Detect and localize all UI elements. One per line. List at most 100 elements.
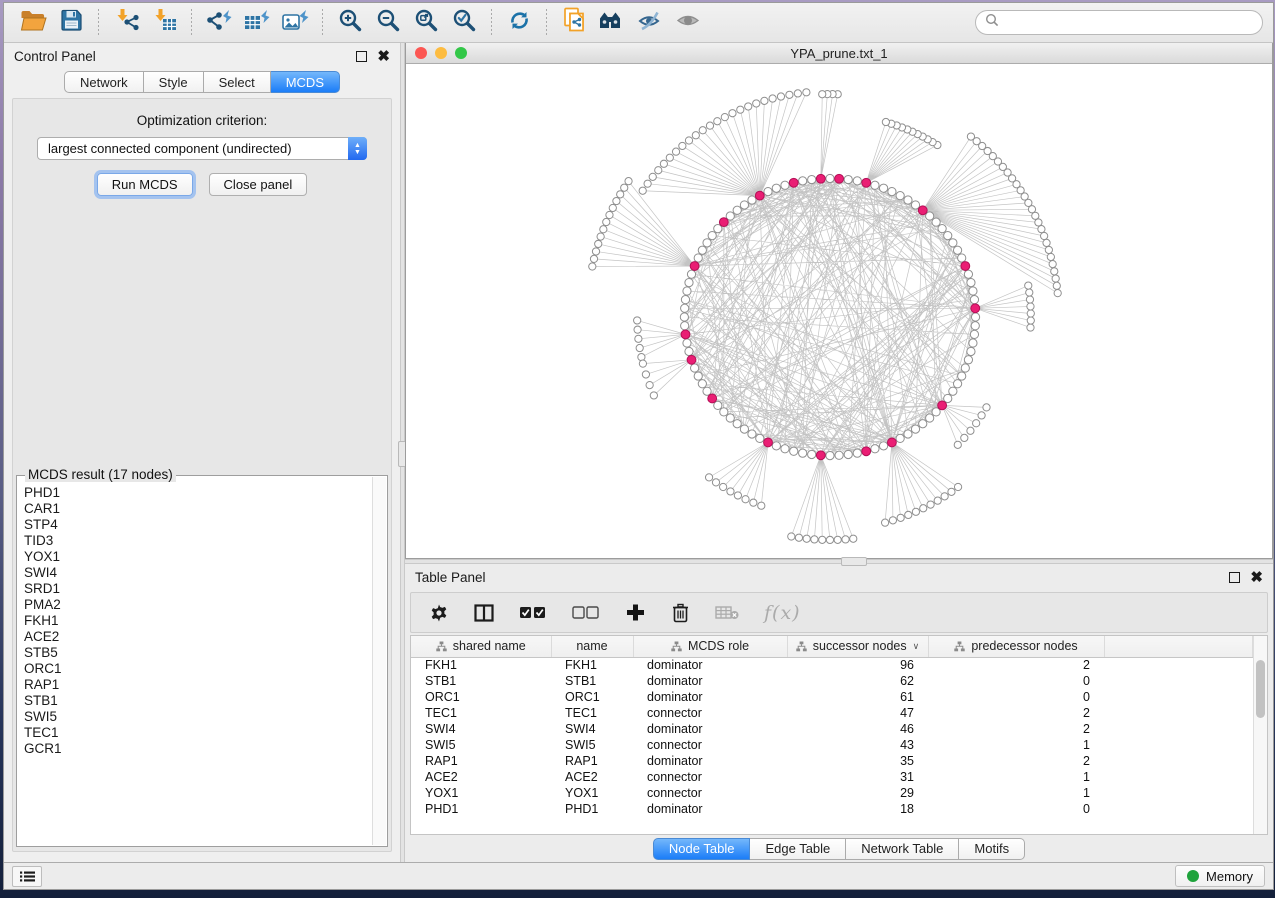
table-cell: 1 bbox=[928, 737, 1104, 753]
table-scrollbar-thumb[interactable] bbox=[1256, 660, 1265, 718]
criterion-select[interactable]: largest connected component (undirected)… bbox=[37, 137, 367, 160]
import-table-button[interactable] bbox=[145, 7, 183, 39]
mcds-result-item[interactable]: PMA2 bbox=[24, 597, 372, 613]
mcds-result-item[interactable]: CAR1 bbox=[24, 501, 372, 517]
task-history-button[interactable] bbox=[12, 866, 42, 887]
table-row[interactable]: SWI5SWI5connector431 bbox=[411, 737, 1253, 753]
delete-table-button[interactable] bbox=[715, 605, 739, 620]
search-input[interactable] bbox=[1005, 15, 1253, 30]
mcds-result-item[interactable]: SWI5 bbox=[24, 709, 372, 725]
table-cell: ORC1 bbox=[551, 689, 633, 705]
show-all-button[interactable] bbox=[669, 7, 707, 39]
refresh-view-button[interactable] bbox=[500, 7, 538, 39]
select-all-button[interactable] bbox=[519, 606, 547, 619]
table-row[interactable]: ORC1ORC1dominator610 bbox=[411, 689, 1253, 705]
import-network-button[interactable] bbox=[107, 7, 145, 39]
first-neighbors-button[interactable] bbox=[593, 7, 631, 39]
table-row[interactable]: STB1STB1dominator620 bbox=[411, 673, 1253, 689]
mcds-list-scrollbar[interactable] bbox=[372, 477, 386, 845]
zoom-in-button[interactable] bbox=[331, 7, 369, 39]
run-mcds-button[interactable]: Run MCDS bbox=[97, 173, 193, 196]
tab-motifs[interactable]: Motifs bbox=[959, 838, 1025, 860]
table-cell: 61 bbox=[787, 689, 928, 705]
splitter-grip[interactable] bbox=[841, 557, 867, 566]
mcds-result-item[interactable]: YOX1 bbox=[24, 549, 372, 565]
tab-network-table[interactable]: Network Table bbox=[846, 838, 959, 860]
table-cell: dominator bbox=[633, 753, 787, 769]
select-stepper-icon: ▲▼ bbox=[348, 137, 367, 160]
tab-select[interactable]: Select bbox=[204, 71, 271, 93]
checked-boxes-icon bbox=[519, 606, 547, 619]
mcds-result-item[interactable]: STB5 bbox=[24, 645, 372, 661]
tab-network[interactable]: Network bbox=[64, 71, 144, 93]
table-row[interactable]: FKH1FKH1dominator962 bbox=[411, 657, 1253, 673]
search-box[interactable] bbox=[975, 10, 1263, 35]
mcds-result-item[interactable]: SWI4 bbox=[24, 565, 372, 581]
mcds-result-item[interactable]: TEC1 bbox=[24, 725, 372, 741]
close-panel-icon[interactable]: ✖ bbox=[377, 51, 390, 62]
memory-button[interactable]: Memory bbox=[1175, 865, 1265, 887]
table-row[interactable]: PHD1PHD1dominator180 bbox=[411, 801, 1253, 817]
table-scrollbar[interactable] bbox=[1253, 636, 1267, 834]
application-window: Control Panel ✖ NetworkStyleSelectMCDS O… bbox=[3, 2, 1274, 890]
export-image-button[interactable] bbox=[276, 7, 314, 39]
column-header-name[interactable]: name bbox=[551, 636, 633, 657]
mcds-result-item[interactable]: STP4 bbox=[24, 517, 372, 533]
table-cell: 2 bbox=[928, 753, 1104, 769]
save-session-button[interactable] bbox=[52, 7, 90, 39]
column-header-successor-nodes[interactable]: successor nodes∨ bbox=[787, 636, 928, 657]
network-window-title: YPA_prune.txt_1 bbox=[406, 46, 1272, 61]
tab-mcds[interactable]: MCDS bbox=[271, 71, 340, 93]
export-table-button[interactable] bbox=[238, 7, 276, 39]
node-table-container: shared namenameMCDS rolesuccessor nodes∨… bbox=[410, 635, 1268, 835]
open-file-button[interactable] bbox=[14, 7, 52, 39]
table-row[interactable]: RAP1RAP1dominator352 bbox=[411, 753, 1253, 769]
zoom-fit-button[interactable] bbox=[407, 7, 445, 39]
mcds-result-item[interactable]: PHD1 bbox=[24, 485, 372, 501]
tab-node-table[interactable]: Node Table bbox=[653, 838, 751, 860]
network-window-titlebar[interactable]: YPA_prune.txt_1 bbox=[406, 43, 1272, 64]
table-settings-button[interactable] bbox=[429, 603, 449, 623]
show-column-panel-button[interactable] bbox=[474, 604, 494, 622]
table-row[interactable]: TEC1TEC1connector472 bbox=[411, 705, 1253, 721]
mcds-result-item[interactable]: RAP1 bbox=[24, 677, 372, 693]
table-cell: 43 bbox=[787, 737, 928, 753]
function-builder-button[interactable]: f(x) bbox=[764, 602, 801, 624]
hide-selected-button[interactable] bbox=[631, 7, 669, 39]
mcds-result-item[interactable]: ORC1 bbox=[24, 661, 372, 677]
tab-edge-table[interactable]: Edge Table bbox=[750, 838, 846, 860]
mcds-result-item[interactable]: SRD1 bbox=[24, 581, 372, 597]
deselect-all-button[interactable] bbox=[572, 606, 600, 619]
table-row[interactable]: YOX1YOX1connector291 bbox=[411, 785, 1253, 801]
mcds-result-item[interactable]: TID3 bbox=[24, 533, 372, 549]
table-cell: 0 bbox=[928, 801, 1104, 817]
mcds-result-item[interactable]: STB1 bbox=[24, 693, 372, 709]
column-header-shared-name[interactable]: shared name bbox=[411, 636, 551, 657]
export-network-button[interactable] bbox=[200, 7, 238, 39]
column-header-MCDS-role[interactable]: MCDS role bbox=[633, 636, 787, 657]
table-row[interactable]: SWI4SWI4dominator462 bbox=[411, 721, 1253, 737]
table-cell: ACE2 bbox=[411, 769, 551, 785]
table-cell: STB1 bbox=[551, 673, 633, 689]
float-panel-icon[interactable] bbox=[356, 51, 367, 62]
mcds-result-item[interactable]: GCR1 bbox=[24, 741, 372, 757]
delete-columns-button[interactable] bbox=[670, 603, 690, 623]
close-panel-icon[interactable]: ✖ bbox=[1250, 572, 1263, 583]
column-header-predecessor-nodes[interactable]: predecessor nodes bbox=[928, 636, 1104, 657]
zoom-selected-button[interactable] bbox=[445, 7, 483, 39]
horizontal-splitter[interactable] bbox=[405, 559, 1273, 564]
add-column-button[interactable] bbox=[625, 603, 645, 622]
close-panel-button[interactable]: Close panel bbox=[209, 173, 308, 196]
mcds-result-item[interactable]: ACE2 bbox=[24, 629, 372, 645]
table-cell: 2 bbox=[928, 721, 1104, 737]
network-canvas[interactable] bbox=[406, 64, 1272, 558]
zoom-out-button[interactable] bbox=[369, 7, 407, 39]
float-panel-icon[interactable] bbox=[1229, 572, 1240, 583]
table-row[interactable]: ACE2ACE2connector311 bbox=[411, 769, 1253, 785]
tab-style[interactable]: Style bbox=[144, 71, 204, 93]
mcds-result-item[interactable]: FKH1 bbox=[24, 613, 372, 629]
network-graph[interactable] bbox=[406, 64, 1272, 558]
new-network-from-selection-button[interactable] bbox=[555, 7, 593, 39]
table-cell: dominator bbox=[633, 673, 787, 689]
trash-icon bbox=[672, 603, 689, 623]
